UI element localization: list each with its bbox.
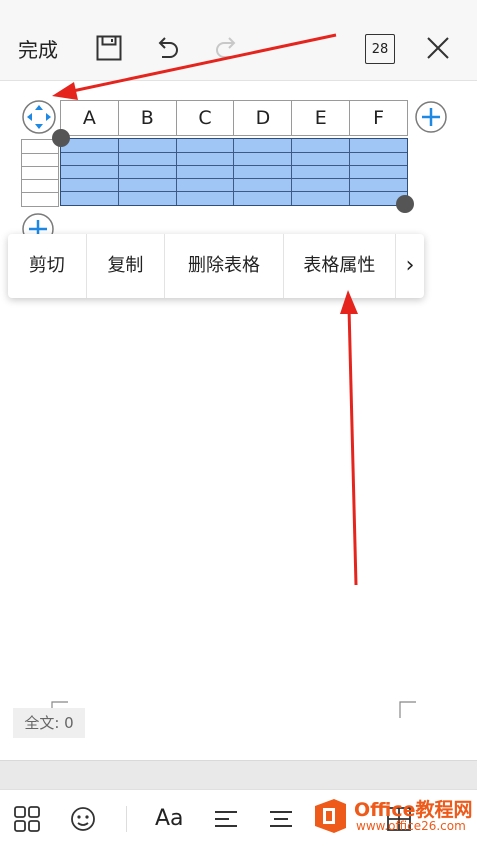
font-style-button[interactable]: Aa	[155, 806, 184, 831]
arrow-head	[340, 290, 358, 314]
page-corner-mark	[399, 701, 416, 718]
keyboard-accessory-bar	[0, 760, 477, 789]
apps-grid-icon[interactable]	[12, 804, 42, 834]
arrow-to-move-handle	[67, 33, 337, 94]
word-count-badge: 全文: 0	[13, 708, 85, 738]
emoji-mascot-icon[interactable]	[68, 804, 98, 834]
align-center-icon[interactable]	[266, 804, 296, 834]
arrow-head	[52, 82, 78, 100]
align-left-icon[interactable]	[211, 804, 241, 834]
watermark: Office教程网 www.office26.com	[312, 793, 477, 839]
office-logo-icon	[315, 799, 346, 833]
watermark-brand: Office教程网	[354, 799, 473, 821]
toolbar-divider	[126, 806, 127, 832]
watermark-url: www.office26.com	[356, 819, 466, 833]
arrow-to-table-properties	[347, 307, 358, 586]
